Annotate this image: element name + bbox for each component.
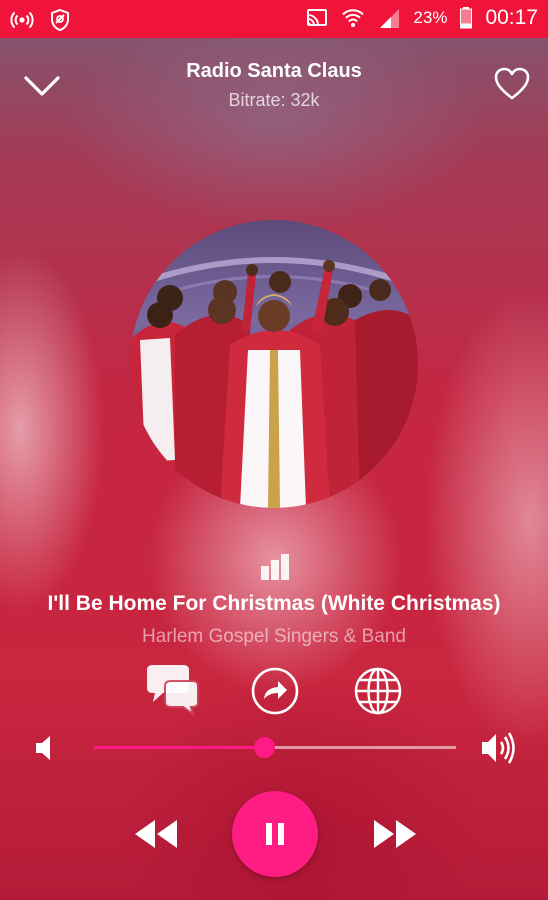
clock: 00:17	[485, 6, 538, 29]
track-title: I'll Be Home For Christmas (White Christ…	[47, 592, 501, 615]
battery-percent: 23%	[413, 8, 448, 27]
volume-slider-thumb[interactable]	[254, 737, 276, 758]
album-art	[130, 220, 418, 508]
volume-slider[interactable]	[94, 737, 456, 758]
status-bar: 23% 00:17	[0, 0, 548, 38]
volume-high-icon[interactable]	[480, 731, 518, 765]
volume-slider-fill	[94, 746, 265, 749]
signal-icon	[380, 9, 400, 28]
bitrate-label: Bitrate: 32k	[228, 90, 320, 110]
pause-button[interactable]	[232, 791, 318, 877]
globe-icon[interactable]	[353, 666, 403, 716]
fast-forward-icon[interactable]	[372, 816, 418, 852]
equalizer-icon	[261, 554, 289, 580]
track-artist: Harlem Gospel Singers & Band	[141, 626, 406, 647]
shield-icon	[51, 8, 69, 32]
chat-icon[interactable]	[143, 662, 201, 716]
rewind-icon[interactable]	[133, 816, 179, 852]
pause-icon	[266, 823, 284, 845]
heart-icon[interactable]	[492, 66, 532, 102]
broadcast-icon	[10, 11, 34, 29]
volume-low-icon[interactable]	[34, 733, 56, 763]
share-icon[interactable]	[250, 666, 300, 716]
cast-icon	[307, 9, 328, 26]
wifi-icon	[342, 9, 365, 27]
station-name: Radio Santa Claus	[186, 60, 362, 82]
battery-icon	[460, 7, 473, 29]
